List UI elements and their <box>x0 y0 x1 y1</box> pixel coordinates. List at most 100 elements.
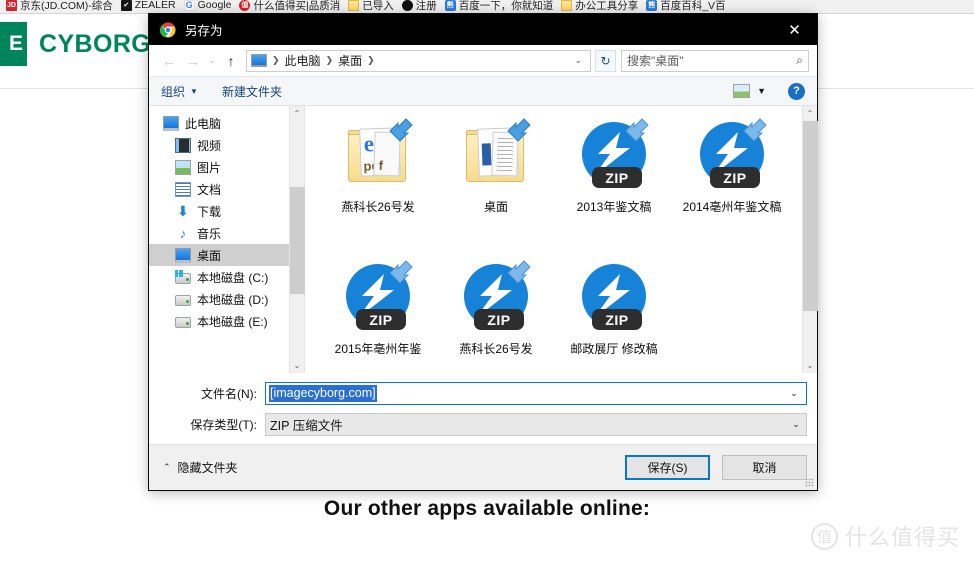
chevron-down-icon[interactable]: ⌄ <box>786 419 806 430</box>
scrollbar-track[interactable] <box>802 121 818 358</box>
save-as-dialog: 另存为 ✕ ← → ⌄ ↑ ❯ 此电脑 ❯ 桌面 ❯ ⌄ ↻ 搜索"桌面" ⌕ … <box>148 13 818 491</box>
scrollbar-thumb[interactable] <box>289 187 305 294</box>
arrow-up-icon[interactable]: ↑ <box>219 49 243 73</box>
sidebar-item-label: 图片 <box>197 160 222 175</box>
sidebar-item-label: 本地磁盘 (C:) <box>197 270 269 285</box>
close-icon[interactable]: ✕ <box>772 14 817 45</box>
bookmark-label: 已导入 <box>362 0 394 12</box>
sidebar-item-local-disk-d[interactable]: 本地磁盘 (D:) <box>149 288 289 310</box>
hide-folders-toggle[interactable]: ⌃ 隐藏文件夹 <box>163 459 238 476</box>
sidebar-item-label: 音乐 <box>197 226 222 241</box>
filetype-select[interactable]: ZIP 压缩文件 ⌄ <box>265 413 807 436</box>
breadcrumb-separator: ❯ <box>272 55 280 65</box>
watermark-mark: 值 <box>810 522 838 550</box>
folder-with-pdf-icon: epdf f <box>340 118 416 194</box>
file-name: 2015年亳州年鉴 <box>334 342 422 356</box>
cancel-button[interactable]: 取消 <box>722 455 807 480</box>
file-name: 燕科长26号发 <box>341 200 415 214</box>
site-logo[interactable]: E CYBORG <box>0 22 151 66</box>
sidebar-item-pictures[interactable]: 图片 <box>149 156 289 178</box>
filename-input[interactable]: [imagecyborg.com] ⌄ <box>265 382 807 405</box>
arrow-left-icon[interactable]: ← <box>157 49 181 73</box>
sidebar-item-local-disk-c[interactable]: 本地磁盘 (C:) <box>149 266 289 288</box>
browser-bookmarks-bar[interactable]: JD 京东(JD.COM)-综合 ✔ ZEALER G Google 值 什么值… <box>0 0 974 14</box>
resize-grip[interactable] <box>805 478 814 487</box>
scrollbar-thumb[interactable] <box>802 121 818 311</box>
organize-label: 组织 <box>161 84 186 99</box>
scroll-down-icon[interactable]: ⌄ <box>290 358 305 373</box>
scroll-up-icon[interactable]: ⌃ <box>290 106 305 121</box>
file-item[interactable]: ZIP 2014亳州年鉴文稿 <box>673 114 791 256</box>
organize-button[interactable]: 组织 ▼ <box>161 83 198 100</box>
dialog-toolbar: 组织 ▼ 新建文件夹 ▼ ? <box>149 76 817 106</box>
folder-icon <box>348 0 360 11</box>
watermark: 值 什么值得买 <box>810 520 960 552</box>
bookmark-item[interactable]: 办公工具分享 <box>557 0 642 13</box>
videos-icon <box>175 137 191 153</box>
help-button[interactable]: ? <box>788 82 805 100</box>
file-grid[interactable]: epdf f 燕科长26号发 <box>305 106 802 373</box>
filetype-label: 保存类型(T): <box>190 418 257 432</box>
save-button[interactable]: 保存(S) <box>625 455 710 480</box>
sidebar-item-videos[interactable]: 视频 <box>149 134 289 156</box>
file-item[interactable]: epdf f 燕科长26号发 <box>319 114 437 256</box>
chevron-down-icon[interactable]: ▼ <box>757 86 766 96</box>
bookmark-item[interactable]: G Google <box>180 0 236 13</box>
search-placeholder: 搜索"桌面" <box>627 54 684 68</box>
zip-archive-icon: ZIP <box>576 118 652 194</box>
arrow-right-icon[interactable]: → <box>181 49 205 73</box>
breadcrumb[interactable]: ❯ 此电脑 ❯ 桌面 ❯ ⌄ <box>246 49 591 72</box>
logo-wordmark: CYBORG <box>39 29 152 58</box>
breadcrumb-item-desktop[interactable]: 桌面 <box>338 52 362 69</box>
bookmark-label: ZEALER <box>134 0 176 11</box>
sidebar-item-downloads[interactable]: ⬇ 下载 <box>149 200 289 222</box>
zip-badge: ZIP <box>592 167 642 188</box>
bookmark-label: 什么值得买|品质消 <box>253 0 341 12</box>
bookmark-item[interactable]: 熊 百度一下，你就知道 <box>441 0 558 13</box>
scroll-down-icon[interactable]: ⌄ <box>803 358 818 373</box>
dialog-navigation-bar: ← → ⌄ ↑ ❯ 此电脑 ❯ 桌面 ❯ ⌄ ↻ 搜索"桌面" ⌕ <box>149 45 817 76</box>
refresh-icon[interactable]: ↻ <box>595 49 616 72</box>
chevron-down-icon[interactable]: ⌄ <box>570 55 586 66</box>
bookmark-item[interactable]: ✔ ZEALER <box>117 0 180 13</box>
baidu-icon: 熊 <box>646 0 658 11</box>
shortcut-arrows-icon <box>507 260 531 284</box>
chevron-down-icon[interactable]: ⌄ <box>784 388 804 399</box>
bookmark-item[interactable]: 熊 百度百科_V百 <box>642 0 729 13</box>
sidebar-item-this-pc[interactable]: 此电脑 <box>149 112 289 134</box>
file-name: 2013年鉴文稿 <box>576 200 652 214</box>
file-item[interactable]: 桌面 <box>437 114 555 256</box>
bookmark-item[interactable]: 注册 <box>398 0 441 13</box>
file-list-scrollbar[interactable]: ⌃ ⌄ <box>802 106 818 373</box>
search-input[interactable]: 搜索"桌面" ⌕ <box>621 49 809 72</box>
shortcut-arrows-icon <box>743 118 767 142</box>
disk-icon <box>175 314 191 329</box>
shortcut-arrows-icon <box>389 260 413 284</box>
chevron-down-icon[interactable]: ⌄ <box>205 49 219 73</box>
scroll-up-icon[interactable]: ⌃ <box>803 106 818 121</box>
logo-badge: E <box>0 22 27 66</box>
shortcut-arrows-icon <box>507 118 531 142</box>
file-item[interactable]: ZIP 2013年鉴文稿 <box>555 114 673 256</box>
google-icon: G <box>183 0 195 11</box>
breadcrumb-item-this-pc[interactable]: 此电脑 <box>285 52 321 69</box>
filename-value: [imagecyborg.com] <box>269 385 377 402</box>
shortcut-arrows-icon <box>625 118 649 142</box>
sidebar-item-local-disk-e[interactable]: 本地磁盘 (E:) <box>149 310 289 332</box>
dark-circle-icon <box>401 0 413 11</box>
dialog-titlebar[interactable]: 另存为 ✕ <box>149 14 817 45</box>
bookmark-item[interactable]: 值 什么值得买|品质消 <box>235 0 344 13</box>
bookmark-label: 百度百科_V百 <box>660 0 726 12</box>
sidebar-item-documents[interactable]: 文档 <box>149 178 289 200</box>
sidebar-item-desktop[interactable]: 桌面 <box>149 244 289 266</box>
view-layout-icon[interactable] <box>733 84 751 98</box>
folder-icon <box>561 0 573 11</box>
bookmark-item[interactable]: 已导入 <box>344 0 398 13</box>
navigation-pane-scrollbar[interactable]: ⌃ ⌄ <box>289 106 305 373</box>
sidebar-item-music[interactable]: ♪ 音乐 <box>149 222 289 244</box>
bookmark-label: 京东(JD.COM)-综合 <box>20 0 113 12</box>
bookmark-item[interactable]: JD 京东(JD.COM)-综合 <box>2 0 117 13</box>
new-folder-button[interactable]: 新建文件夹 <box>222 83 282 100</box>
navigation-pane-list: 此电脑 视频 图片 文档 ⬇ 下载 ♪ 音乐 桌面 本地磁盘 (C:) 本地磁盘… <box>149 106 289 373</box>
scrollbar-track[interactable] <box>289 121 305 358</box>
